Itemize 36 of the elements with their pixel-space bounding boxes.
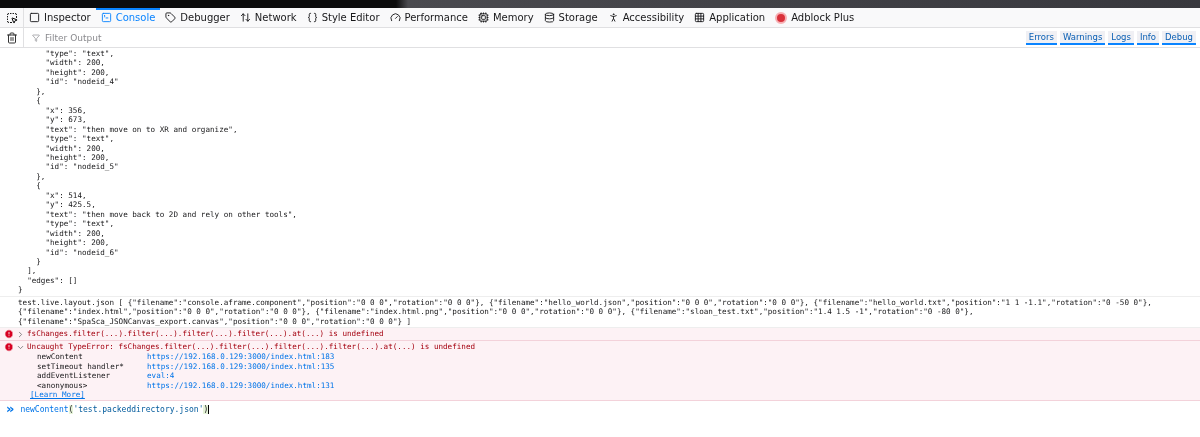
devtools-tab[interactable]: Accessibility <box>602 8 690 27</box>
devtools-tab[interactable]: Performance <box>384 8 473 27</box>
devtools-tab[interactable]: Style Editor <box>301 8 385 27</box>
error-icon <box>4 342 14 353</box>
braces-icon <box>306 12 318 23</box>
log-level-toggle[interactable]: Logs <box>1108 30 1134 45</box>
log-level-toggle[interactable]: Warnings <box>1059 30 1106 45</box>
expand-toggle-icon[interactable] <box>16 329 25 339</box>
gauge-icon <box>389 12 401 23</box>
log-level-toggle[interactable]: Debug <box>1162 30 1196 45</box>
devtools-tab[interactable]: Console <box>95 8 161 27</box>
devtools-tab[interactable]: Inspector <box>24 8 96 27</box>
devtools-tab[interactable]: Network <box>234 8 302 27</box>
arrows-icon <box>239 12 251 23</box>
trash-icon <box>5 31 18 44</box>
terminal-icon <box>100 12 112 23</box>
tag-icon <box>165 12 177 23</box>
grid-icon <box>694 12 706 23</box>
devtools-tab[interactable]: Adblock Plus <box>770 8 860 27</box>
square-icon <box>29 12 40 23</box>
devtools-tab[interactable]: Storage <box>538 8 603 27</box>
filter-field[interactable]: Filter Output <box>43 31 1026 44</box>
filter-icon <box>32 33 40 42</box>
storage-icon <box>543 12 555 23</box>
devtools-tab[interactable]: Debugger <box>160 8 235 27</box>
log-level-toggle[interactable]: Errors <box>1025 30 1057 45</box>
chip-icon <box>477 12 489 23</box>
pointer-icon <box>5 11 18 24</box>
error-icon <box>4 329 14 340</box>
console-input[interactable]: newContent('test.packeddirectory.json') <box>20 404 210 414</box>
log-level-toggle[interactable]: Info <box>1136 30 1160 45</box>
stop-sign-icon <box>775 11 788 24</box>
person-icon <box>607 12 619 23</box>
devtools-tab[interactable]: Application <box>689 8 771 27</box>
prompt-marker: » <box>6 404 15 415</box>
devtools-tab[interactable]: Memory <box>472 8 539 27</box>
